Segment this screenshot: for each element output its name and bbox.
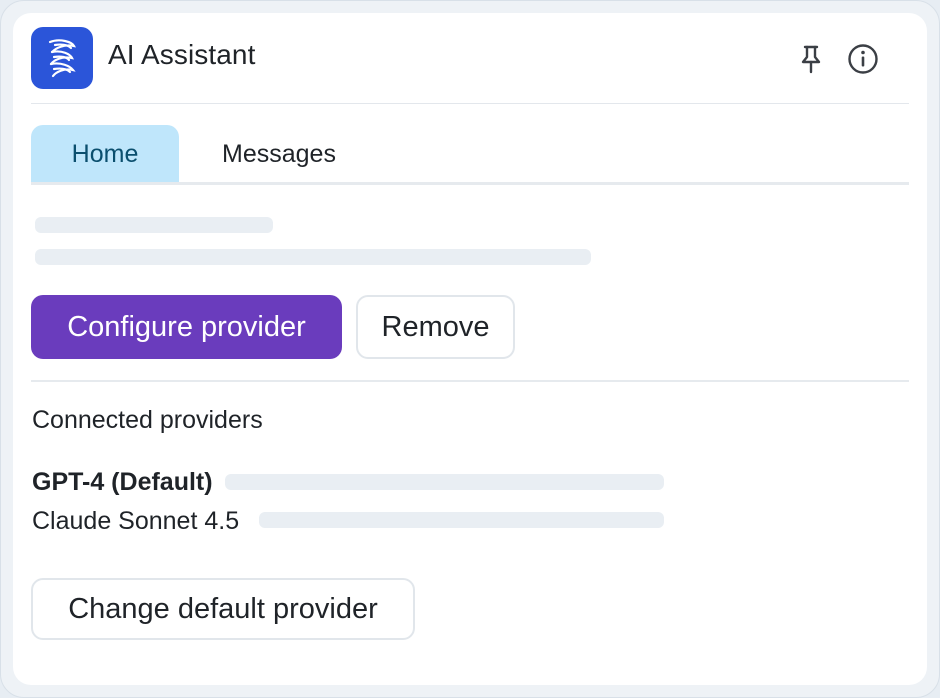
wave-stripes-icon	[48, 39, 76, 78]
skeleton-line	[35, 249, 591, 265]
skeleton-line	[35, 217, 273, 233]
info-icon	[848, 44, 878, 74]
provider-detail-placeholder	[259, 512, 664, 528]
tab-home[interactable]: Home	[31, 125, 179, 183]
connected-providers-heading: Connected providers	[32, 406, 263, 434]
provider-claude-label: Claude Sonnet 4.5	[32, 507, 240, 535]
widget-frame: AI Assistant Home Messages Configure pro…	[0, 0, 940, 698]
provider-detail-placeholder	[225, 474, 664, 490]
info-button[interactable]	[847, 43, 879, 75]
app-logo	[31, 27, 93, 89]
provider-default-label: GPT-4 (Default)	[32, 468, 213, 496]
configure-provider-button[interactable]: Configure provider	[31, 295, 342, 359]
section-divider	[31, 380, 909, 382]
tab-messages[interactable]: Messages	[203, 125, 355, 183]
pin-icon	[801, 45, 821, 74]
tab-underline	[31, 182, 909, 185]
change-default-provider-button[interactable]: Change default provider	[31, 578, 415, 640]
header-divider	[31, 103, 909, 104]
pin-button[interactable]	[795, 43, 827, 75]
remove-button[interactable]: Remove	[356, 295, 515, 359]
app-title: AI Assistant	[108, 39, 256, 70]
assistant-panel: AI Assistant Home Messages Configure pro…	[13, 13, 927, 685]
